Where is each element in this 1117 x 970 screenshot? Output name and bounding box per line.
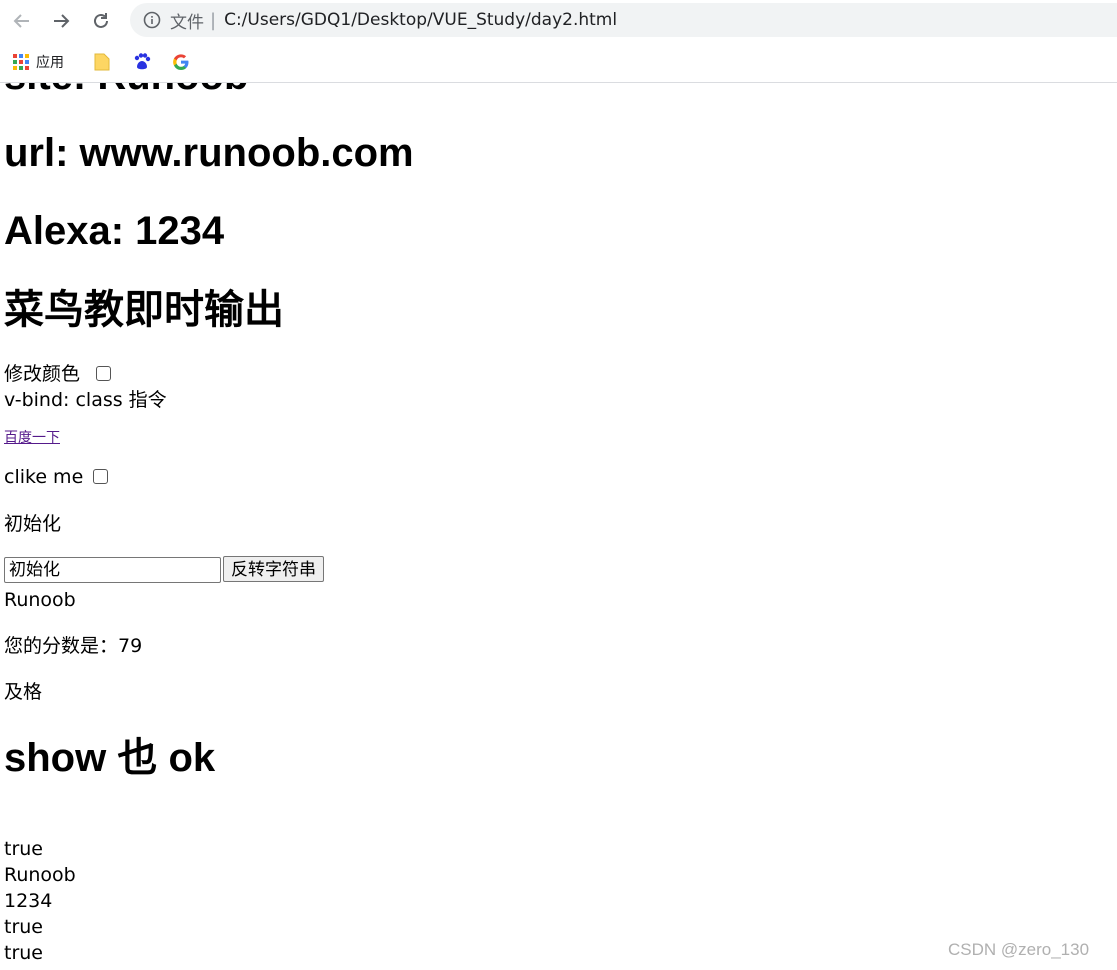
apps-grid-icon <box>13 54 29 70</box>
pass-text: 及格 <box>4 681 43 703</box>
site-heading: site: Runoob <box>4 83 248 99</box>
scheme-label: 文件 <box>170 12 204 33</box>
value-line: Runoob <box>4 864 76 886</box>
baidu-paw-icon <box>134 53 151 70</box>
browser-toolbar: 文件 | C:/Users/GDQ1/Desktop/VUE_Study/day… <box>0 0 1117 42</box>
reload-button[interactable] <box>87 7 115 35</box>
color-toggle-checkbox[interactable] <box>96 366 111 381</box>
arrow-right-icon <box>54 14 70 28</box>
click-me-checkbox[interactable] <box>93 469 108 484</box>
scheme-separator: | <box>210 9 217 31</box>
page-content: site: Runoob url: www.runoob.com Alexa: … <box>0 83 1117 970</box>
address-bar[interactable]: 文件 | C:/Users/GDQ1/Desktop/VUE_Study/day… <box>130 3 1117 37</box>
bookmark-google[interactable] <box>172 50 190 74</box>
folder-icon <box>94 53 110 71</box>
alexa-heading: Alexa: 1234 <box>4 209 225 253</box>
color-toggle-label: 修改颜色 <box>4 363 81 385</box>
value-line: true <box>4 916 43 938</box>
url-text[interactable]: C:/Users/GDQ1/Desktop/VUE_Study/day2.htm… <box>224 10 617 30</box>
baidu-link[interactable]: 百度一下 <box>4 429 60 447</box>
bookmarks-bar: 应用 <box>0 42 1117 83</box>
value-line: true <box>4 942 43 964</box>
init-text: 初始化 <box>4 513 62 535</box>
arrow-left-icon <box>13 14 29 28</box>
value-line: true <box>4 838 43 860</box>
show-heading: show 也 ok <box>4 736 216 780</box>
runoob-text: Runoob <box>4 589 76 611</box>
back-button[interactable] <box>8 7 36 35</box>
info-icon[interactable] <box>142 10 162 30</box>
bookmark-apps-label: 应用 <box>36 55 64 71</box>
bookmark-folder[interactable] <box>93 50 111 74</box>
forward-button[interactable] <box>47 7 75 35</box>
runoob-heading: 菜鸟教即时输出 <box>4 288 284 332</box>
reverse-string-button[interactable]: 反转字符串 <box>223 556 324 582</box>
score-text: 您的分数是：79 <box>4 635 143 657</box>
message-input[interactable]: 初始化 <box>4 557 221 583</box>
bookmark-baidu[interactable] <box>132 50 152 74</box>
watermark: CSDN @zero_130 <box>948 940 1090 959</box>
reload-icon <box>94 13 108 28</box>
click-me-label: clike me <box>4 466 84 488</box>
url-heading: url: www.runoob.com <box>4 131 414 175</box>
google-g-icon <box>173 54 189 70</box>
value-line: 1234 <box>4 890 53 912</box>
bookmark-apps[interactable]: 应用 <box>12 50 64 74</box>
vbind-text: v-bind: class 指令 <box>4 389 167 411</box>
